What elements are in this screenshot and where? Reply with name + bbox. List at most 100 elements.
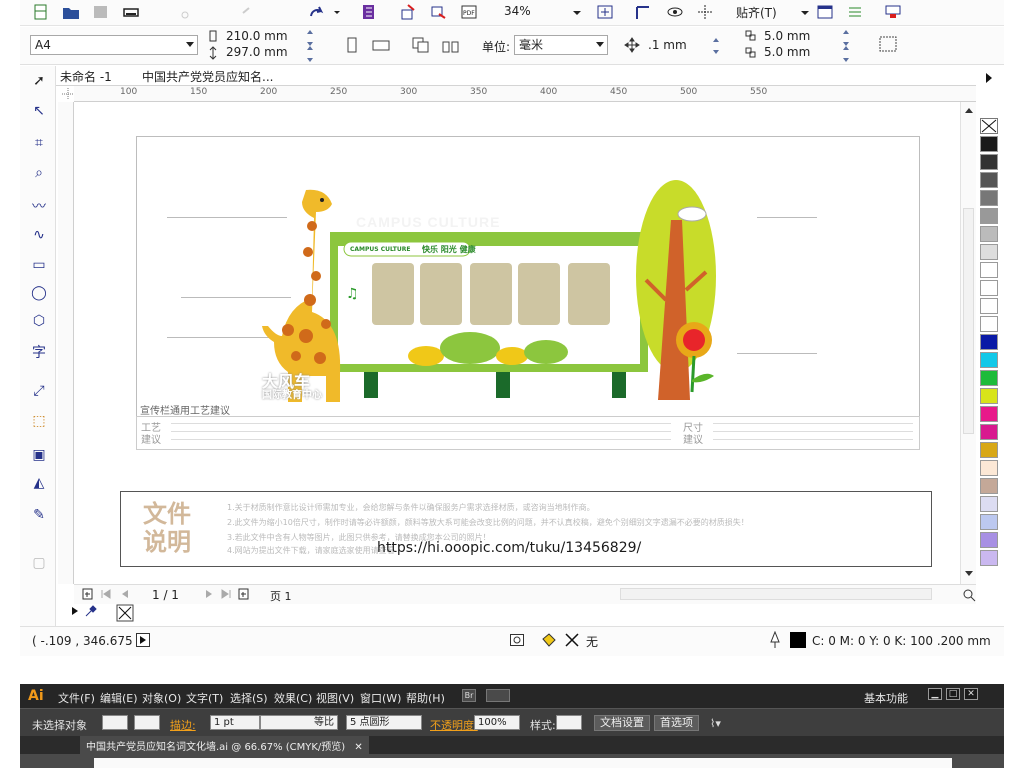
- current-page-icon[interactable]: [442, 37, 460, 53]
- color-swatch[interactable]: [980, 514, 998, 530]
- eyedropper-tool-icon[interactable]: ✎: [29, 506, 49, 524]
- height-spinner[interactable]: [306, 45, 316, 63]
- close-icon[interactable]: ✕: [964, 688, 978, 700]
- tab-untitled[interactable]: 未命名 -1: [60, 68, 112, 85]
- graphic-style-swatch[interactable]: [556, 715, 582, 730]
- color-swatch[interactable]: [980, 370, 998, 386]
- bridge-icon[interactable]: Br: [462, 689, 476, 702]
- color-swatch[interactable]: [980, 280, 998, 296]
- palette-arrow-icon[interactable]: [70, 606, 80, 616]
- page-tab[interactable]: 页 1: [270, 588, 292, 604]
- full-screen-icon[interactable]: [596, 4, 614, 20]
- freehand-tool-icon[interactable]: 〰: [29, 198, 49, 216]
- color-swatch[interactable]: [980, 262, 998, 278]
- units-select[interactable]: 毫米: [514, 35, 608, 55]
- zoom-one-shot-icon[interactable]: [962, 588, 976, 602]
- redo-icon[interactable]: [308, 4, 326, 20]
- crop-tool-icon[interactable]: ⌗: [29, 134, 49, 152]
- color-swatch[interactable]: [980, 388, 998, 404]
- no-color-swatch-icon[interactable]: [980, 118, 998, 134]
- dimension-tool-icon[interactable]: ⤢: [29, 382, 49, 400]
- minimize-icon[interactable]: ▁: [928, 688, 942, 700]
- new-document-icon[interactable]: [32, 4, 50, 20]
- portrait-icon[interactable]: [344, 37, 360, 53]
- print-icon[interactable]: [122, 4, 140, 20]
- all-pages-icon[interactable]: [412, 37, 430, 53]
- dup-y-spinner[interactable]: [842, 45, 852, 63]
- ruler-origin-icon[interactable]: [62, 88, 74, 100]
- open-folder-icon[interactable]: [62, 4, 80, 20]
- scroll-down-icon[interactable]: [964, 570, 974, 578]
- brush-select[interactable]: 5 点圆形: [346, 715, 422, 730]
- stroke-weight-field[interactable]: 1 pt: [210, 715, 260, 730]
- snap-dropdown-icon[interactable]: [796, 4, 814, 20]
- stroke-swatch[interactable]: [134, 715, 160, 730]
- document-setup-button[interactable]: 文档设置: [594, 715, 650, 731]
- menu-help[interactable]: 帮助(H): [406, 690, 445, 706]
- page-height-field[interactable]: 297.0 mm: [226, 45, 288, 59]
- shape-tool-icon[interactable]: ↖: [29, 102, 49, 120]
- color-swatch[interactable]: [980, 460, 998, 476]
- options-icon[interactable]: [816, 4, 834, 20]
- color-swatch[interactable]: [980, 442, 998, 458]
- nudge-spinner[interactable]: [712, 37, 722, 55]
- launch-icon[interactable]: [884, 4, 902, 20]
- horizontal-ruler[interactable]: 100 150 200 250 300 350 400 450 500 550: [74, 86, 976, 102]
- menu-select[interactable]: 选择(S): [230, 690, 268, 706]
- workspace-switcher[interactable]: 基本功能: [864, 690, 908, 706]
- page-width-field[interactable]: 210.0 mm: [226, 29, 288, 43]
- menu-object[interactable]: 对象(O): [142, 690, 181, 706]
- duplicate-y-field[interactable]: 5.0 mm: [764, 45, 810, 59]
- outline-pen-icon[interactable]: [768, 631, 782, 649]
- close-tab-icon[interactable]: ✕: [354, 742, 362, 753]
- variable-width-select[interactable]: 等比: [260, 715, 338, 730]
- page-size-select[interactable]: A4: [30, 35, 198, 55]
- color-swatch[interactable]: [980, 136, 998, 152]
- tab-document[interactable]: 中国共产党党员应知名...: [142, 68, 273, 85]
- color-swatch[interactable]: [980, 550, 998, 566]
- interactive-tool-icon[interactable]: ▣: [29, 446, 49, 464]
- pick-tool-icon[interactable]: ➚: [29, 72, 49, 90]
- opacity-field[interactable]: 100%: [474, 715, 520, 730]
- menu-window[interactable]: 窗口(W): [360, 690, 401, 706]
- color-swatch[interactable]: [980, 406, 998, 422]
- transparency-tool-icon[interactable]: ◭: [29, 474, 49, 492]
- connector-tool-icon[interactable]: ⬚: [29, 412, 49, 430]
- publish-pdf-icon[interactable]: PDF: [460, 4, 478, 20]
- text-tool-icon[interactable]: 字: [29, 344, 49, 362]
- color-swatch[interactable]: [980, 424, 998, 440]
- zoom-tool-icon[interactable]: ⌕: [29, 164, 49, 182]
- last-page-icon[interactable]: [220, 589, 232, 599]
- color-swatch[interactable]: [980, 316, 998, 332]
- color-swatch[interactable]: [980, 334, 998, 350]
- save-icon[interactable]: [92, 4, 110, 20]
- landscape-icon[interactable]: [372, 37, 390, 53]
- search-content-icon[interactable]: [360, 4, 378, 20]
- color-swatch[interactable]: [980, 208, 998, 224]
- cut-icon[interactable]: [180, 4, 198, 20]
- color-swatch[interactable]: [980, 298, 998, 314]
- menu-edit[interactable]: 编辑(E): [100, 690, 138, 706]
- snap-to-menu[interactable]: 贴齐(T): [736, 4, 777, 21]
- maximize-icon[interactable]: □: [946, 688, 960, 700]
- fill-swatch[interactable]: [102, 715, 128, 730]
- panel-options-icon[interactable]: ⌇▾: [710, 717, 728, 730]
- menu-view[interactable]: 视图(V): [316, 690, 354, 706]
- tab-scroll-right-icon[interactable]: [984, 72, 994, 84]
- treat-as-filled-icon[interactable]: [878, 35, 898, 53]
- no-fill-icon[interactable]: [116, 604, 134, 622]
- document-info-icon[interactable]: [510, 633, 524, 647]
- illustrator-doc-tab[interactable]: 中国共产党员应知名词文化墙.ai @ 66.67% (CMYK/预览) ✕: [80, 736, 369, 754]
- show-grid-icon[interactable]: [696, 4, 714, 20]
- stroke-label[interactable]: 描边:: [170, 717, 196, 733]
- menu-file[interactable]: 文件(F): [58, 690, 95, 706]
- color-swatch[interactable]: [980, 496, 998, 512]
- eyedropper-icon[interactable]: [84, 604, 98, 618]
- export-icon[interactable]: [430, 4, 448, 20]
- color-swatch[interactable]: [980, 172, 998, 188]
- color-swatch[interactable]: [980, 154, 998, 170]
- menu-type[interactable]: 文字(T): [186, 690, 223, 706]
- status-play-icon[interactable]: [136, 633, 150, 647]
- polygon-tool-icon[interactable]: ⬡: [29, 312, 49, 330]
- show-rulers-icon[interactable]: [634, 4, 652, 20]
